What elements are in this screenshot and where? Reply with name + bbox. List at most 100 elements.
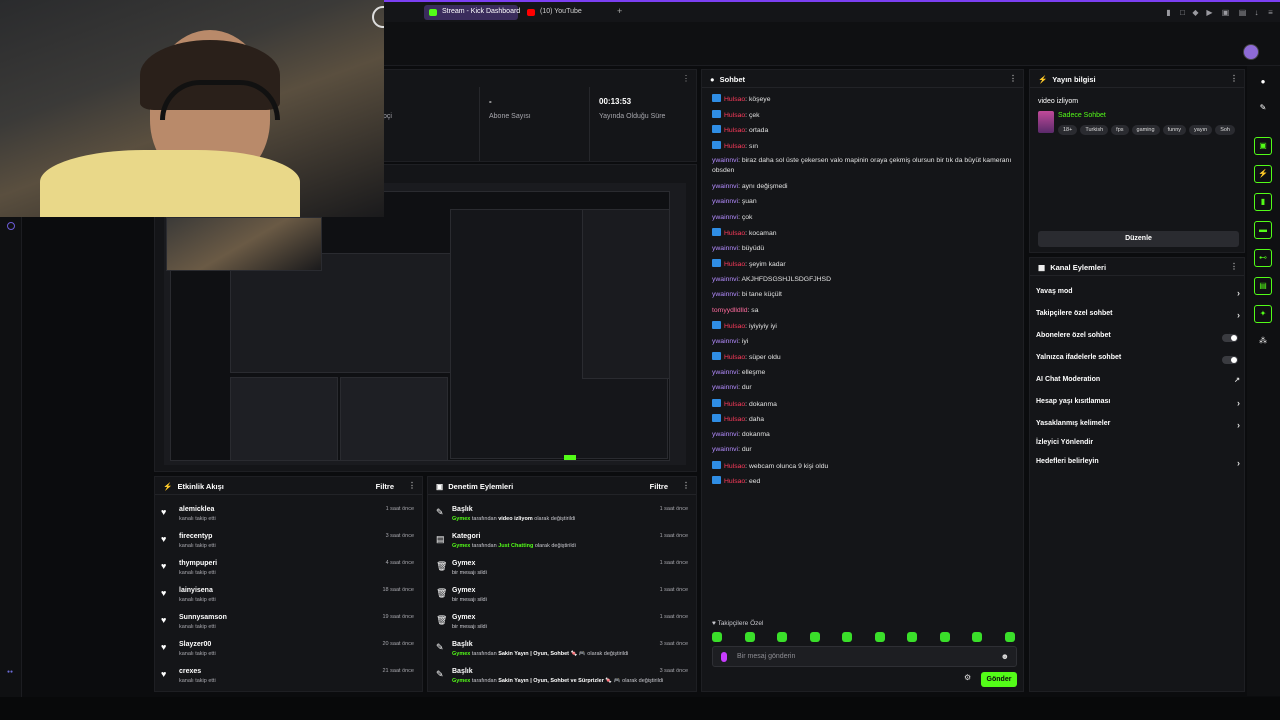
more-icon[interactable]: ⋮ (1009, 74, 1017, 83)
chat-username[interactable]: Hulsao (724, 230, 745, 237)
toggle-switch[interactable] (1222, 356, 1238, 364)
follower-name[interactable]: lainyisena (179, 587, 213, 594)
emoji-icon[interactable]: ☻ (1001, 652, 1009, 661)
more-icon[interactable]: ⋮ (408, 481, 416, 490)
chat-username[interactable]: Hulsao (724, 463, 745, 470)
emote-icon[interactable] (809, 632, 820, 642)
emote-icon[interactable] (939, 632, 950, 642)
new-tab-icon[interactable]: + (617, 6, 622, 16)
chat-username[interactable]: Hulsao (724, 127, 745, 134)
chat-icon[interactable]: ▬ (1254, 221, 1272, 239)
chat-username[interactable]: ywainnvi (712, 214, 738, 221)
chat-username[interactable]: ywainnvi (712, 157, 738, 164)
chat-input[interactable]: Bir mesaj gönderin ☻ (712, 646, 1017, 667)
send-button[interactable]: Gönder (981, 672, 1017, 687)
filter-button[interactable]: Filtre (376, 482, 394, 491)
pencil-icon[interactable]: ✎ (1254, 100, 1272, 118)
language-icon[interactable]: ●● (7, 669, 13, 675)
action-account-age[interactable]: Hesap yaşı kısıtlaması › (1036, 398, 1242, 414)
category-name[interactable]: Sadece Sohbet (1058, 112, 1106, 119)
list-item: ♥ Slayzer00 kanalı takip etti 20 saat önce (155, 638, 422, 664)
chat-username[interactable]: ywainnvi (712, 384, 738, 391)
chat-text: : biraz daha sol üste çekersen valo mapi… (712, 157, 1012, 174)
share-icon[interactable]: ⁂ (1254, 333, 1272, 351)
chat-username[interactable]: ywainnvi (712, 431, 738, 438)
bolt-icon[interactable]: ⚡ (1254, 165, 1272, 183)
wrench-icon[interactable]: ✦ (1254, 305, 1272, 323)
chat-username[interactable]: Hulsao (724, 261, 745, 268)
chat-username[interactable]: ywainnvi (712, 276, 738, 283)
emote-icon[interactable] (874, 632, 885, 642)
filter-button[interactable]: Filtre (650, 482, 668, 491)
gear-icon[interactable]: ⚙ (964, 673, 971, 682)
chat-username[interactable]: Hulsao (724, 416, 745, 423)
emote-icon[interactable] (1004, 632, 1015, 642)
extensions-icon[interactable]: ▣ (1221, 8, 1230, 17)
shield-icon[interactable]: ◆ (1191, 8, 1200, 17)
follower-name[interactable]: thympuperi (179, 560, 217, 567)
follower-name[interactable]: Slayzer00 (179, 641, 211, 648)
kick-icon (429, 9, 437, 16)
action-slow-mode[interactable]: Yavaş mod › (1036, 288, 1242, 304)
chat-username[interactable]: ywainnvi (712, 183, 738, 190)
action-raid[interactable]: İzleyici Yönlendir (1036, 439, 1242, 455)
action-followers-only[interactable]: Takipçilere özel sohbet › (1036, 310, 1242, 326)
action-banned-words[interactable]: Yasaklanmış kelimeler › (1036, 420, 1242, 436)
chat-username[interactable]: Hulsao (724, 478, 745, 485)
more-icon[interactable]: ⋮ (1230, 74, 1238, 83)
chat-username[interactable]: ywainnvi (712, 446, 738, 453)
file-icon[interactable]: ▮ (1254, 193, 1272, 211)
pin-icon[interactable]: ▮ (1164, 8, 1173, 17)
menu-icon[interactable]: ≡ (1266, 8, 1275, 17)
follower-name[interactable]: firecentyp (179, 533, 212, 540)
wallet-icon[interactable]: ▤ (1238, 8, 1247, 17)
link-icon[interactable]: ⊷ (1254, 249, 1272, 267)
chat-username[interactable]: Hulsao (724, 112, 745, 119)
emote-icon[interactable] (907, 632, 917, 642)
moderator-badge-icon (712, 109, 721, 118)
panel-title: Etkinlik Akışı (177, 482, 224, 491)
clip-icon[interactable]: ▣ (1254, 137, 1272, 155)
settings-icon[interactable] (7, 222, 15, 230)
chat-username[interactable]: ywainnvi (712, 198, 738, 205)
chat-username[interactable]: Hulsao (724, 323, 745, 330)
follower-name[interactable]: Sunnysamson (179, 614, 227, 621)
microphone-icon[interactable] (721, 652, 727, 662)
chat-username[interactable]: ywainnvi (712, 291, 738, 298)
chat-username[interactable]: ywainnvi (712, 369, 738, 376)
edit-button[interactable]: Düzenle (1038, 231, 1239, 247)
tab-kick-dashboard[interactable]: Stream - Kick Dashboard (424, 5, 520, 20)
chat-username[interactable]: Hulsao (724, 96, 745, 103)
chat-username[interactable]: tomyydlldlld (712, 307, 748, 314)
emote-icon[interactable] (712, 632, 722, 642)
follower-name[interactable]: alemicklea (179, 506, 214, 513)
chat-text: : kocaman (745, 230, 777, 237)
emote-icon[interactable] (972, 632, 982, 642)
more-icon[interactable]: ⋮ (682, 481, 690, 490)
monitor-icon[interactable]: ▤ (1254, 277, 1272, 295)
emote-icon[interactable] (744, 632, 755, 642)
play-icon[interactable]: ▶ (1205, 8, 1214, 17)
chat-message: tomyydlldlld: sa (712, 306, 1022, 316)
action-goals[interactable]: Hedefleri belirleyin › (1036, 458, 1242, 474)
follower-name[interactable]: crexes (179, 668, 201, 675)
info-icon[interactable]: ● (1254, 74, 1272, 92)
download-icon[interactable]: ↓ (1252, 8, 1261, 17)
emote-icon[interactable] (842, 632, 852, 642)
emote-icon[interactable] (777, 632, 787, 642)
toggle-switch[interactable] (1222, 334, 1238, 342)
stream-preview[interactable] (164, 183, 686, 465)
bookmark-icon[interactable]: □ (1178, 8, 1187, 17)
bolt-icon: ⚡ (1038, 75, 1048, 84)
event-time: 1 saat önce (659, 587, 688, 593)
chat-username[interactable]: ywainnvi (712, 338, 738, 345)
tab-youtube[interactable]: (10) YouTube (522, 5, 612, 20)
chat-username[interactable]: Hulsao (724, 401, 745, 408)
chat-username[interactable]: ywainnvi (712, 245, 738, 252)
more-icon[interactable]: ⋮ (682, 74, 690, 83)
action-ai-moderation[interactable]: AI Chat Moderation ↗ (1036, 376, 1242, 392)
chat-username[interactable]: Hulsao (724, 143, 745, 150)
avatar[interactable] (1243, 44, 1259, 60)
chat-username[interactable]: Hulsao (724, 354, 745, 361)
more-icon[interactable]: ⋮ (1230, 262, 1238, 271)
